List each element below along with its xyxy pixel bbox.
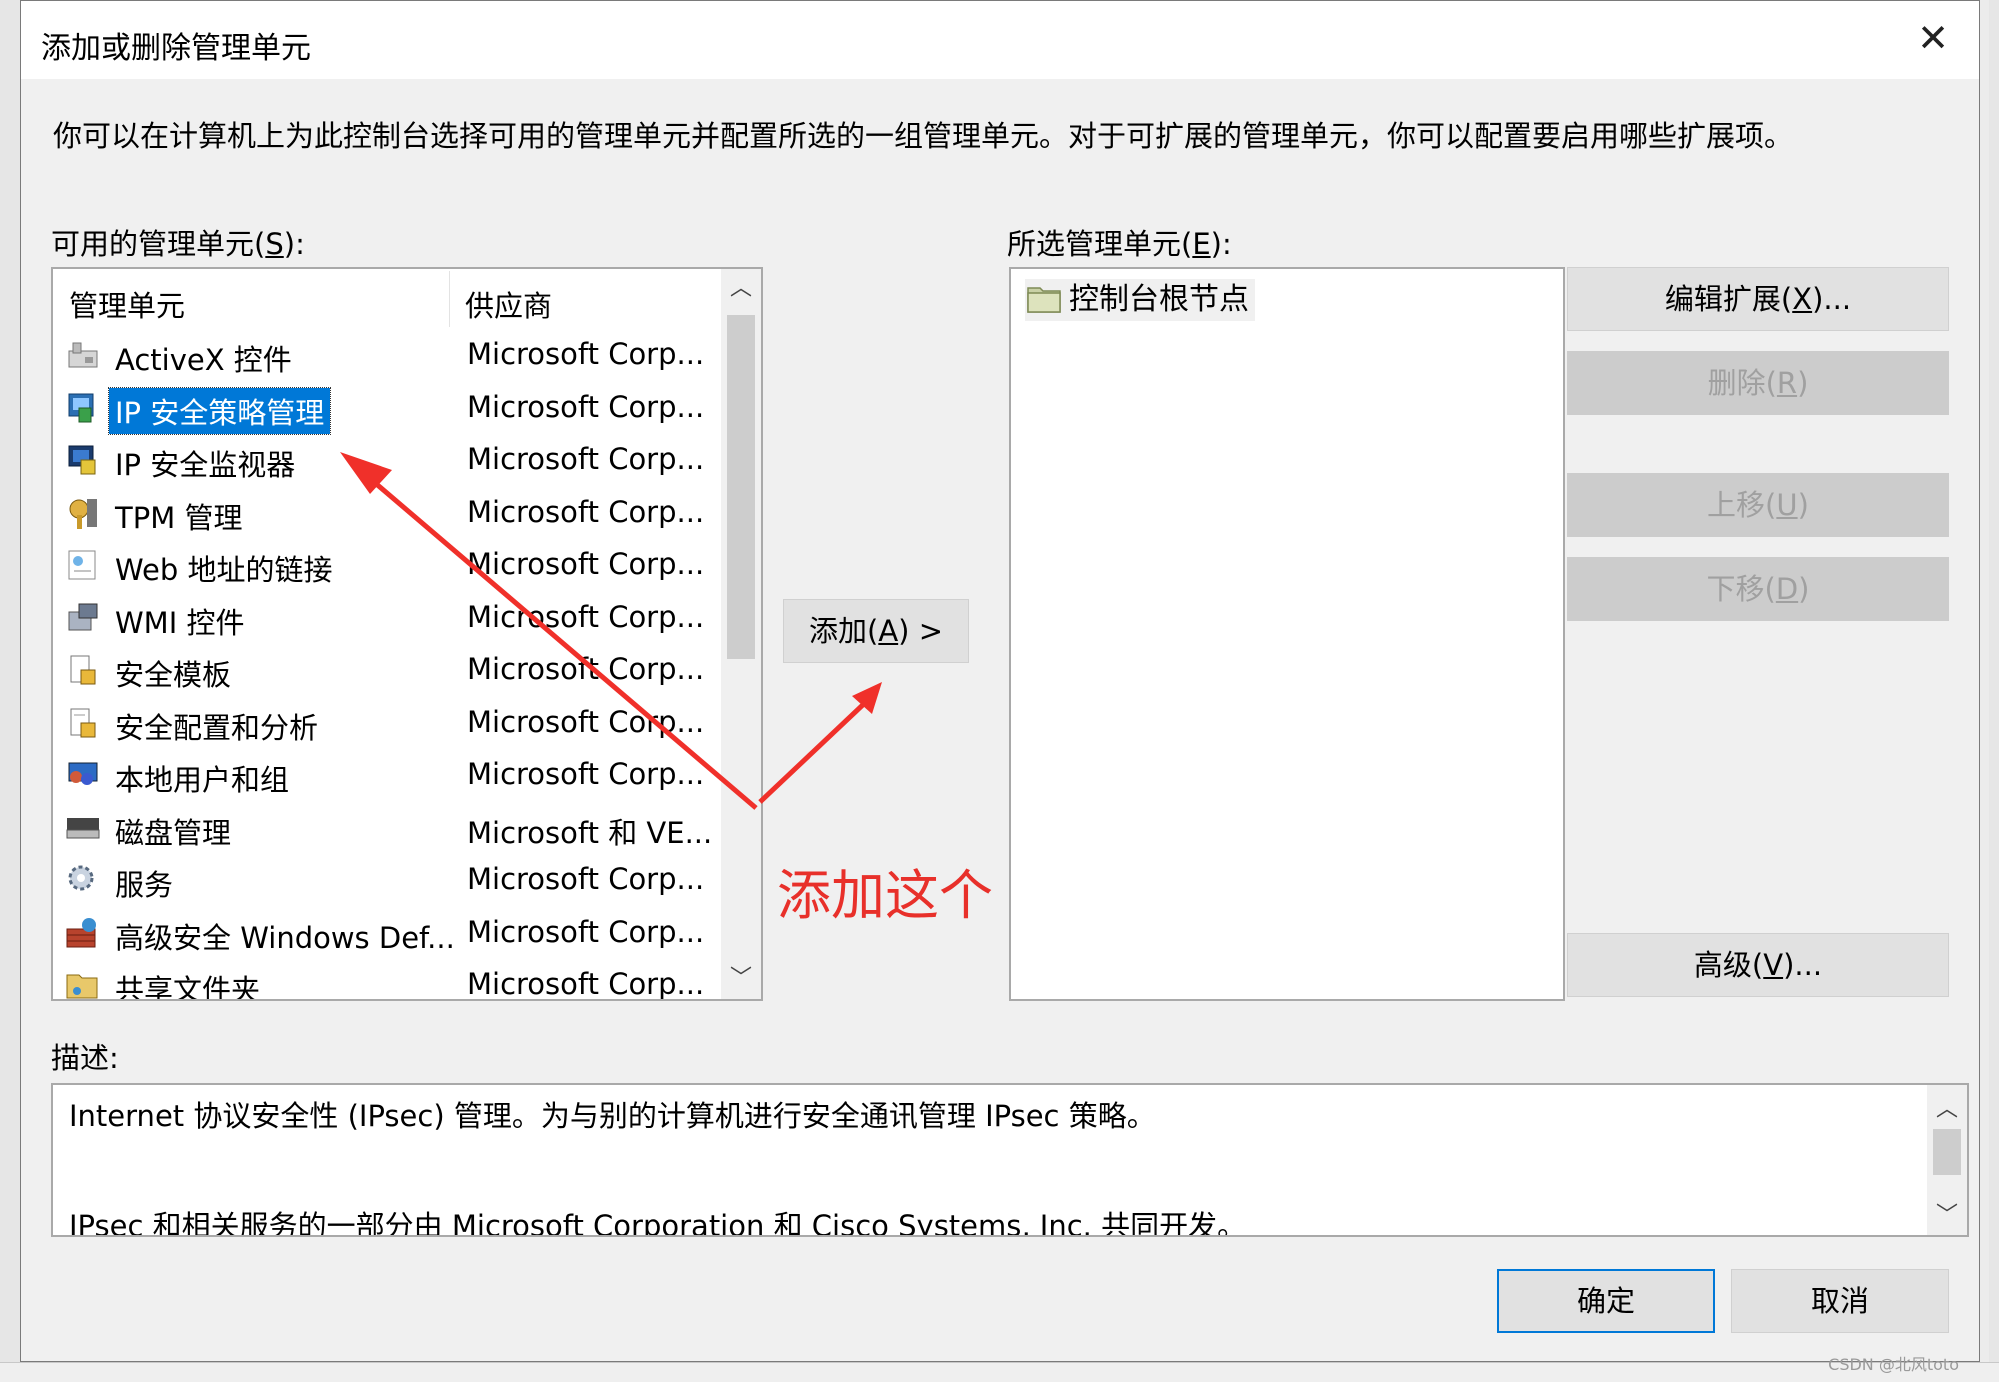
scroll-thumb[interactable] (1933, 1129, 1961, 1175)
snapin-vendor: Microsoft Corp... (467, 547, 705, 581)
firewall-icon (66, 917, 96, 947)
snapin-name: 高级安全 Windows Def... (115, 920, 455, 955)
snapin-name: 本地用户和组 (115, 763, 290, 797)
shared-folder-icon (66, 974, 98, 999)
snapin-row[interactable]: 安全模板 Microsoft Corp... (53, 644, 713, 697)
activex-icon (68, 342, 98, 368)
selected-snapins-list[interactable]: 控制台根节点 (1009, 267, 1565, 1001)
selected-item-label: 控制台根节点 (1069, 282, 1249, 317)
add-button[interactable]: 添加(A) > (783, 599, 969, 663)
ip-security-policy-icon (68, 393, 94, 422)
remove-button[interactable]: 删除(R) (1567, 351, 1949, 415)
snapin-row[interactable]: TPM 管理 Microsoft Corp... (53, 487, 713, 540)
security-template-icon (70, 655, 96, 685)
snapin-row[interactable]: IP 安全监视器 Microsoft Corp... (53, 434, 713, 487)
available-snapins-list[interactable]: 管理单元 供应商 ActiveX 控件 Microsoft Corp... IP 安… (51, 267, 763, 1001)
wmi-icon (68, 603, 98, 630)
snapin-row[interactable]: 高级安全 Windows Def... Microsoft Corp... (53, 907, 713, 960)
web-link-icon (68, 550, 96, 580)
local-users-icon (68, 762, 98, 785)
snapin-row[interactable]: 本地用户和组 Microsoft Corp... (53, 749, 713, 802)
security-analysis-icon (70, 708, 96, 737)
snapin-vendor: Microsoft Corp... (467, 599, 705, 634)
snapin-vendor: Microsoft Corp... (467, 862, 705, 896)
snapin-row[interactable]: WMI 控件 Microsoft Corp... (53, 592, 713, 645)
dialog-title: 添加或删除管理单元 (41, 31, 311, 66)
services-gear-icon (68, 865, 94, 891)
snapin-row[interactable]: ActiveX 控件 Microsoft Corp... (53, 329, 713, 382)
background-window-edge (0, 0, 20, 1381)
column-header-name[interactable]: 管理单元 (69, 283, 185, 325)
cancel-button[interactable]: 取消 (1731, 1269, 1949, 1333)
snapin-vendor: Microsoft Corp... (467, 389, 705, 424)
snapin-row[interactable]: 服务 Microsoft Corp... (53, 854, 713, 907)
snapin-rows: ActiveX 控件 Microsoft Corp... IP 安全策略管理 Micr… (53, 329, 713, 1001)
snapin-row[interactable]: Web 地址的链接 Microsoft Corp... (53, 539, 713, 592)
title-bar: 添加或删除管理单元 ✕ (21, 1, 1979, 79)
snapin-name: 服务 (115, 868, 174, 902)
snapin-vendor: Microsoft Corp... (467, 652, 705, 686)
column-divider (449, 271, 450, 327)
list-header: 管理单元 供应商 (53, 269, 713, 329)
snapin-row[interactable]: 共享文件夹 Microsoft Corp... (53, 959, 713, 1001)
snapin-vendor: Microsoft Corp... (467, 914, 705, 949)
annotation-label: 添加这个 (777, 864, 993, 927)
snapin-row[interactable]: 安全配置和分析 Microsoft Corp... (53, 697, 713, 750)
scroll-up-icon[interactable]: ︿ (1927, 1091, 1967, 1123)
snapin-vendor: Microsoft 和 VE... (467, 815, 713, 850)
snapin-name: Web 地址的链接 (115, 553, 333, 587)
edit-extensions-button[interactable]: 编辑扩展(X)... (1567, 267, 1949, 331)
snapin-vendor: Microsoft Corp... (467, 337, 705, 371)
close-icon[interactable]: ✕ (1913, 19, 1953, 59)
selected-item-console-root[interactable]: 控制台根节点 (1025, 279, 1255, 321)
snapin-vendor: Microsoft Corp... (467, 704, 705, 739)
snapin-row[interactable]: IP 安全策略管理 Microsoft Corp... (53, 382, 713, 435)
description-label: 描述: (51, 1041, 119, 1075)
snapin-name: 磁盘管理 (115, 815, 232, 850)
list-scrollbar[interactable]: ︿ ﹀ (721, 269, 761, 999)
snapin-name: IP 安全策略管理 (107, 386, 332, 435)
background-taskbar-strip (0, 1362, 1999, 1382)
snapin-row[interactable]: 磁盘管理 Microsoft 和 VE... (53, 802, 713, 855)
snapin-name: WMI 控件 (115, 605, 245, 640)
watermark: CSDN @北风toto (1828, 1355, 1959, 1374)
snapin-name: ActiveX 控件 (115, 343, 292, 377)
snapin-name: TPM 管理 (115, 500, 243, 535)
advanced-button[interactable]: 高级(V)... (1567, 933, 1949, 997)
selected-snapins-label: 所选管理单元(E): (1007, 227, 1232, 261)
description-line-2: IPsec 和相关服务的一部分由 Microsoft Corporation 和… (69, 1209, 1247, 1237)
snapin-vendor: Microsoft Corp... (467, 494, 705, 529)
scroll-thumb[interactable] (727, 315, 755, 659)
ok-button[interactable]: 确定 (1497, 1269, 1715, 1333)
snapin-name: 安全配置和分析 (115, 710, 319, 745)
add-remove-snapin-dialog: 添加或删除管理单元 ✕ 你可以在计算机上为此控制台选择可用的管理单元并配置所选的… (20, 0, 1980, 1362)
disk-icon (66, 817, 100, 838)
ip-security-monitor-icon (68, 445, 96, 475)
description-box: Internet 协议安全性 (IPsec) 管理。为与别的计算机进行安全通讯管… (51, 1083, 1969, 1237)
background-window-edge-right (1989, 0, 1999, 1381)
scroll-up-icon[interactable]: ︿ (721, 269, 761, 309)
snapin-vendor: Microsoft Corp... (467, 757, 705, 791)
snapin-vendor: Microsoft Corp... (467, 442, 705, 476)
description-line-1: Internet 协议安全性 (IPsec) 管理。为与别的计算机进行安全通讯管… (69, 1099, 1156, 1133)
scroll-down-icon[interactable]: ﹀ (721, 959, 761, 999)
snapin-vendor: Microsoft Corp... (467, 967, 705, 1001)
move-up-button[interactable]: 上移(U) (1567, 473, 1949, 537)
snapin-name: 安全模板 (115, 658, 232, 692)
snapin-name: 共享文件夹 (115, 973, 261, 1001)
column-header-vendor[interactable]: 供应商 (465, 283, 552, 325)
folder-icon (1027, 287, 1061, 313)
scroll-down-icon[interactable]: ﹀ (1927, 1197, 1967, 1229)
tpm-key-icon (69, 498, 97, 529)
snapin-name: IP 安全监视器 (115, 448, 296, 482)
available-snapins-label: 可用的管理单元(S): (51, 227, 305, 261)
intro-text: 你可以在计算机上为此控制台选择可用的管理单元并配置所选的一组管理单元。对于可扩展… (53, 119, 1794, 153)
move-down-button[interactable]: 下移(D) (1567, 557, 1949, 621)
description-scrollbar[interactable]: ︿ ﹀ (1927, 1085, 1967, 1235)
